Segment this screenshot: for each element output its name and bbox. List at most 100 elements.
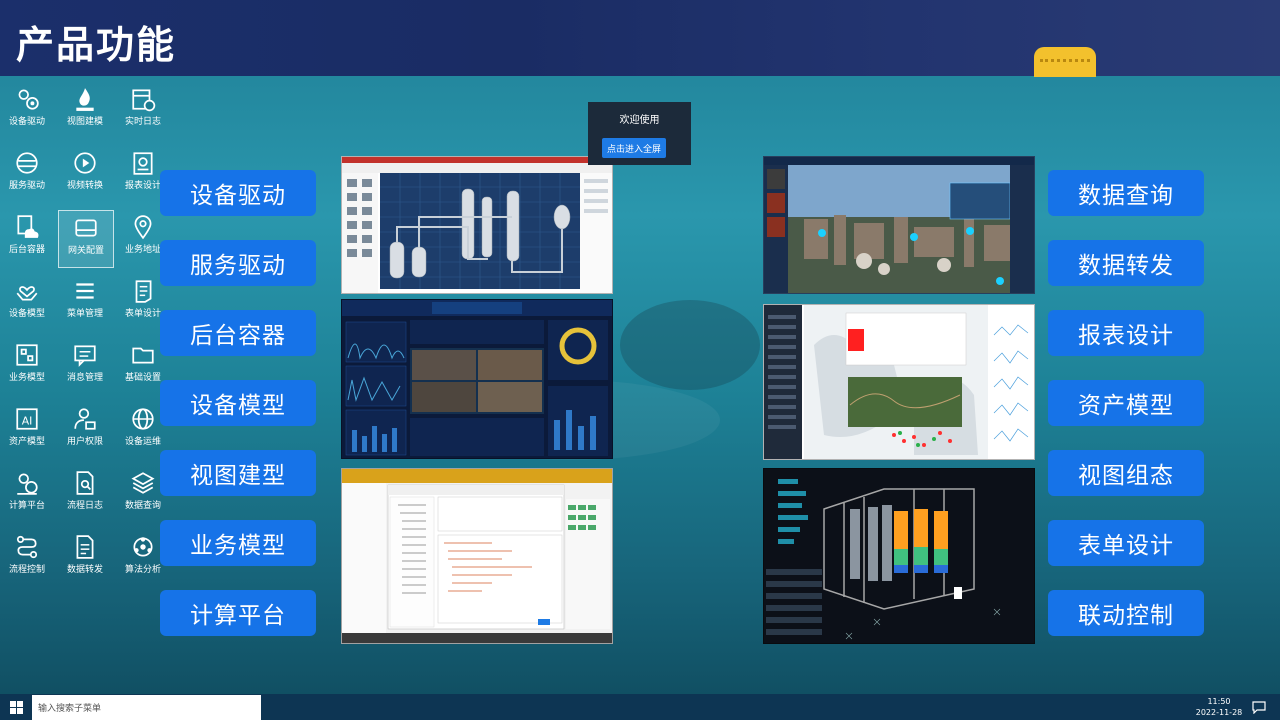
feature-button[interactable]: 数据查询 [1048,170,1204,216]
app-icon-label: 视频转换 [66,181,103,191]
algorithm-icon [133,537,153,557]
config-dialog-screenshot[interactable] [341,468,613,644]
feature-button[interactable]: 表单设计 [1048,520,1204,566]
industrial-platform-image [764,157,1034,293]
app-icon-label: 网关配置 [67,246,104,256]
app-icon-server[interactable]: 服务驱动 [0,146,54,202]
app-icon-video-play[interactable]: 视频转换 [58,146,112,202]
app-icon-label: 设备运维 [124,437,161,447]
app-icon-user-lock[interactable]: 用户权限 [58,402,112,458]
doc-forward-icon [76,535,94,559]
app-icon-hands-heart[interactable]: 设备模型 [0,274,54,330]
process-diagram-image [342,157,612,293]
app-icon-label: 业务模型 [8,373,45,383]
globe-gear-icon [132,408,154,430]
app-icon-gateway-drive[interactable]: 网关配置 [58,210,114,268]
svg-text:AI: AI [22,414,33,427]
form-scroll-icon [135,280,152,303]
app-icon-grid-box[interactable]: 业务模型 [0,338,54,394]
hands-heart-icon [16,286,38,301]
welcome-title: 欢迎使用 [619,115,660,126]
clock-date: 2022-11-28 [1195,708,1243,717]
grid-box-icon [16,344,38,366]
app-icon-cloud-doc[interactable]: 后台容器 [0,210,54,266]
feature-button[interactable]: 业务模型 [160,520,316,566]
cloud-doc-icon [17,215,39,238]
settings-gears-icon [18,89,39,110]
app-icon-doc-search[interactable]: 流程日志 [58,466,112,522]
feature-button[interactable]: 视图建型 [160,450,316,496]
welcome-panel: 欢迎使用 点击进入全屏 [588,102,691,165]
app-icon-label: 流程日志 [66,501,103,511]
windows-start-icon[interactable] [10,701,23,714]
feature-button[interactable]: 设备驱动 [160,170,316,216]
calendar-clock-icon [132,89,156,112]
app-icon-label: 计算平台 [8,501,45,511]
app-icon-label: 设备模型 [8,309,45,319]
notification-chat-icon[interactable] [1251,700,1267,714]
feature-button[interactable]: 报表设计 [1048,310,1204,356]
app-icon-label: 设备驱动 [8,117,45,127]
industrial-platform-screenshot[interactable] [763,156,1035,294]
app-icon-label: 后台容器 [8,245,45,255]
compute-gear-icon [17,473,38,495]
feature-button[interactable]: 联动控制 [1048,590,1204,636]
feature-button[interactable]: 后台容器 [160,310,316,356]
feature-button[interactable]: 资产模型 [1048,380,1204,426]
swimmer-shadow [620,300,760,390]
list-icon [76,283,94,299]
clock-time: 11:50 [1207,697,1231,706]
app-icon-ai-box[interactable]: AI 资产模型 [0,402,54,458]
app-icon-label: 实时日志 [124,117,161,127]
app-icon-label: 流程控制 [8,565,45,575]
enter-fullscreen-button[interactable]: 点击进入全屏 [602,138,666,158]
app-icon-label: 用户权限 [66,437,103,447]
app-icon-label: 数据转发 [66,565,103,575]
user-lock-icon [74,408,96,430]
message-icon [74,345,96,367]
app-icon-message[interactable]: 消息管理 [58,338,112,394]
app-icon-calendar-clock[interactable]: 实时日志 [116,82,170,138]
system-clock[interactable]: 11:50 2022-11-28 [1188,696,1250,718]
app-icon-label: 资产模型 [8,437,45,447]
feature-button[interactable]: 设备模型 [160,380,316,426]
app-icon-flow-path[interactable]: 流程控制 [0,530,54,586]
app-icon-label: 消息管理 [66,373,103,383]
app-icon-list[interactable]: 菜单管理 [58,274,112,330]
video-play-icon [74,152,96,174]
ai-box-icon: AI [16,408,38,430]
float-decoration [1034,47,1096,77]
server-icon [16,152,38,174]
search-placeholder: 输入搜索子菜单 [38,704,102,714]
flow-path-icon [16,535,38,559]
folder-icon [132,347,154,364]
dashboard-screenshot[interactable] [341,299,613,459]
page-title: 产品功能 [16,23,177,67]
layers-icon [131,472,155,494]
feature-button[interactable]: 数据转发 [1048,240,1204,286]
3d-structure-image [764,469,1034,643]
app-icon-flame[interactable]: 视图建模 [58,82,112,138]
app-icon-settings-gears[interactable]: 设备驱动 [0,82,54,138]
map-data-screenshot[interactable] [763,304,1035,460]
feature-button[interactable]: 服务驱动 [160,240,316,286]
3d-structure-screenshot[interactable] [763,468,1035,644]
app-icon-label: 服务驱动 [8,181,45,191]
config-dialog-image [342,469,612,643]
search-input[interactable]: 输入搜索子菜单 [32,695,261,720]
map-data-image [764,305,1034,459]
app-icon-label: 菜单管理 [66,309,103,319]
dashboard-image [342,300,612,456]
app-icon-label: 视图建模 [66,117,103,127]
flame-icon [76,88,94,111]
app-icon-doc-forward[interactable]: 数据转发 [58,530,112,586]
feature-button[interactable]: 视图组态 [1048,450,1204,496]
app-icon-label: 数据查询 [124,501,161,511]
gateway-drive-icon [75,219,97,237]
taskbar: 输入搜索子菜单 11:50 2022-11-28 [0,694,1280,720]
report-icon [133,152,153,175]
app-icon-compute-gear[interactable]: 计算平台 [0,466,54,522]
process-diagram-screenshot[interactable] [341,156,613,294]
header-bar: 产品功能 [0,0,1280,77]
feature-button[interactable]: 计算平台 [160,590,316,636]
